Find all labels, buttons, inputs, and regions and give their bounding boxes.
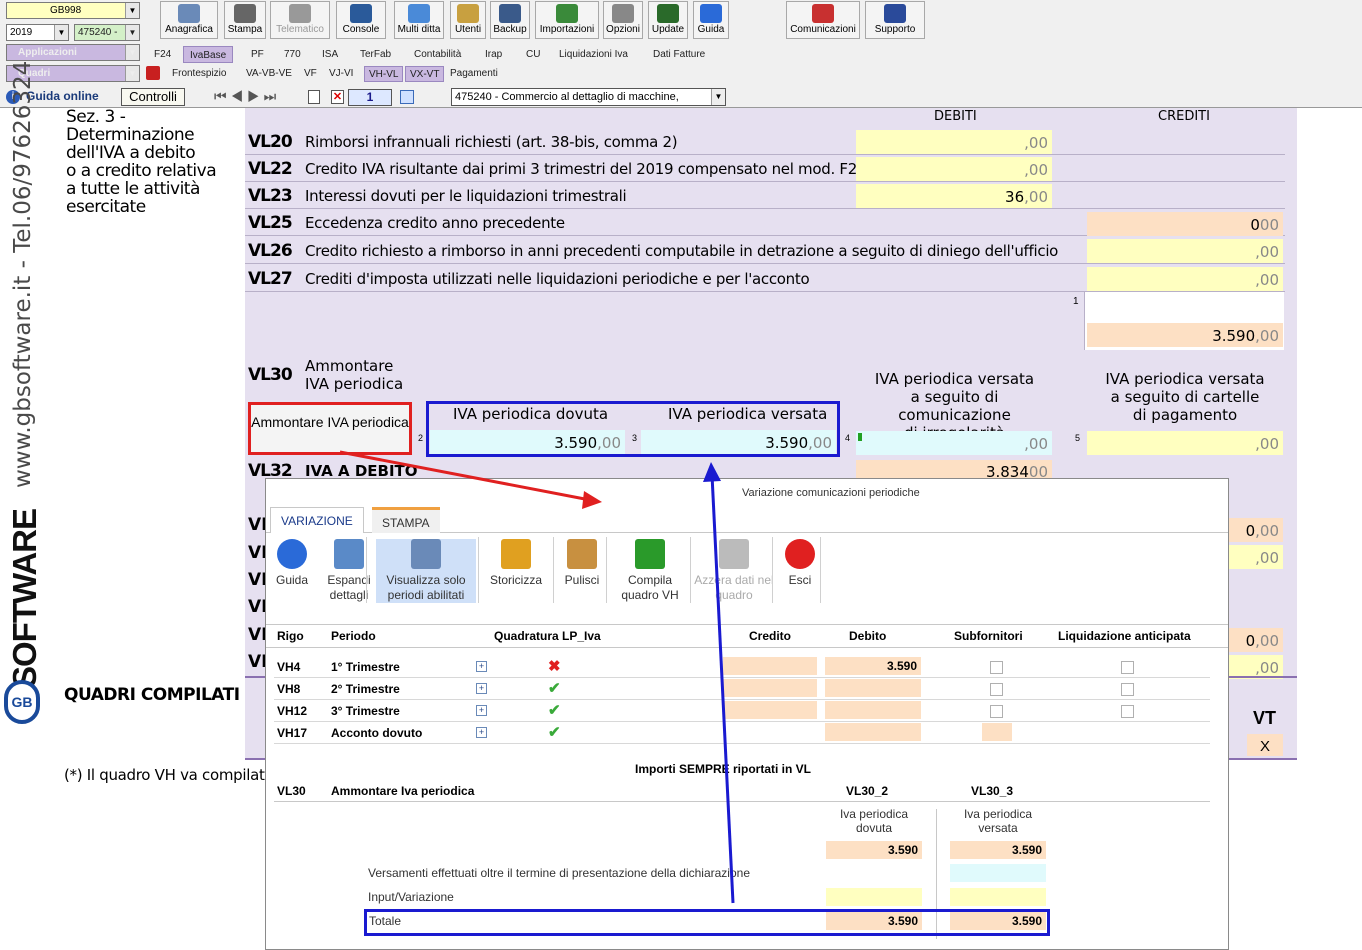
red-arrowhead <box>582 491 602 509</box>
annotation-arrows <box>339 450 735 904</box>
blue-arrow <box>710 474 735 904</box>
blue-arrowhead <box>703 462 721 482</box>
red-arrow <box>339 450 591 502</box>
